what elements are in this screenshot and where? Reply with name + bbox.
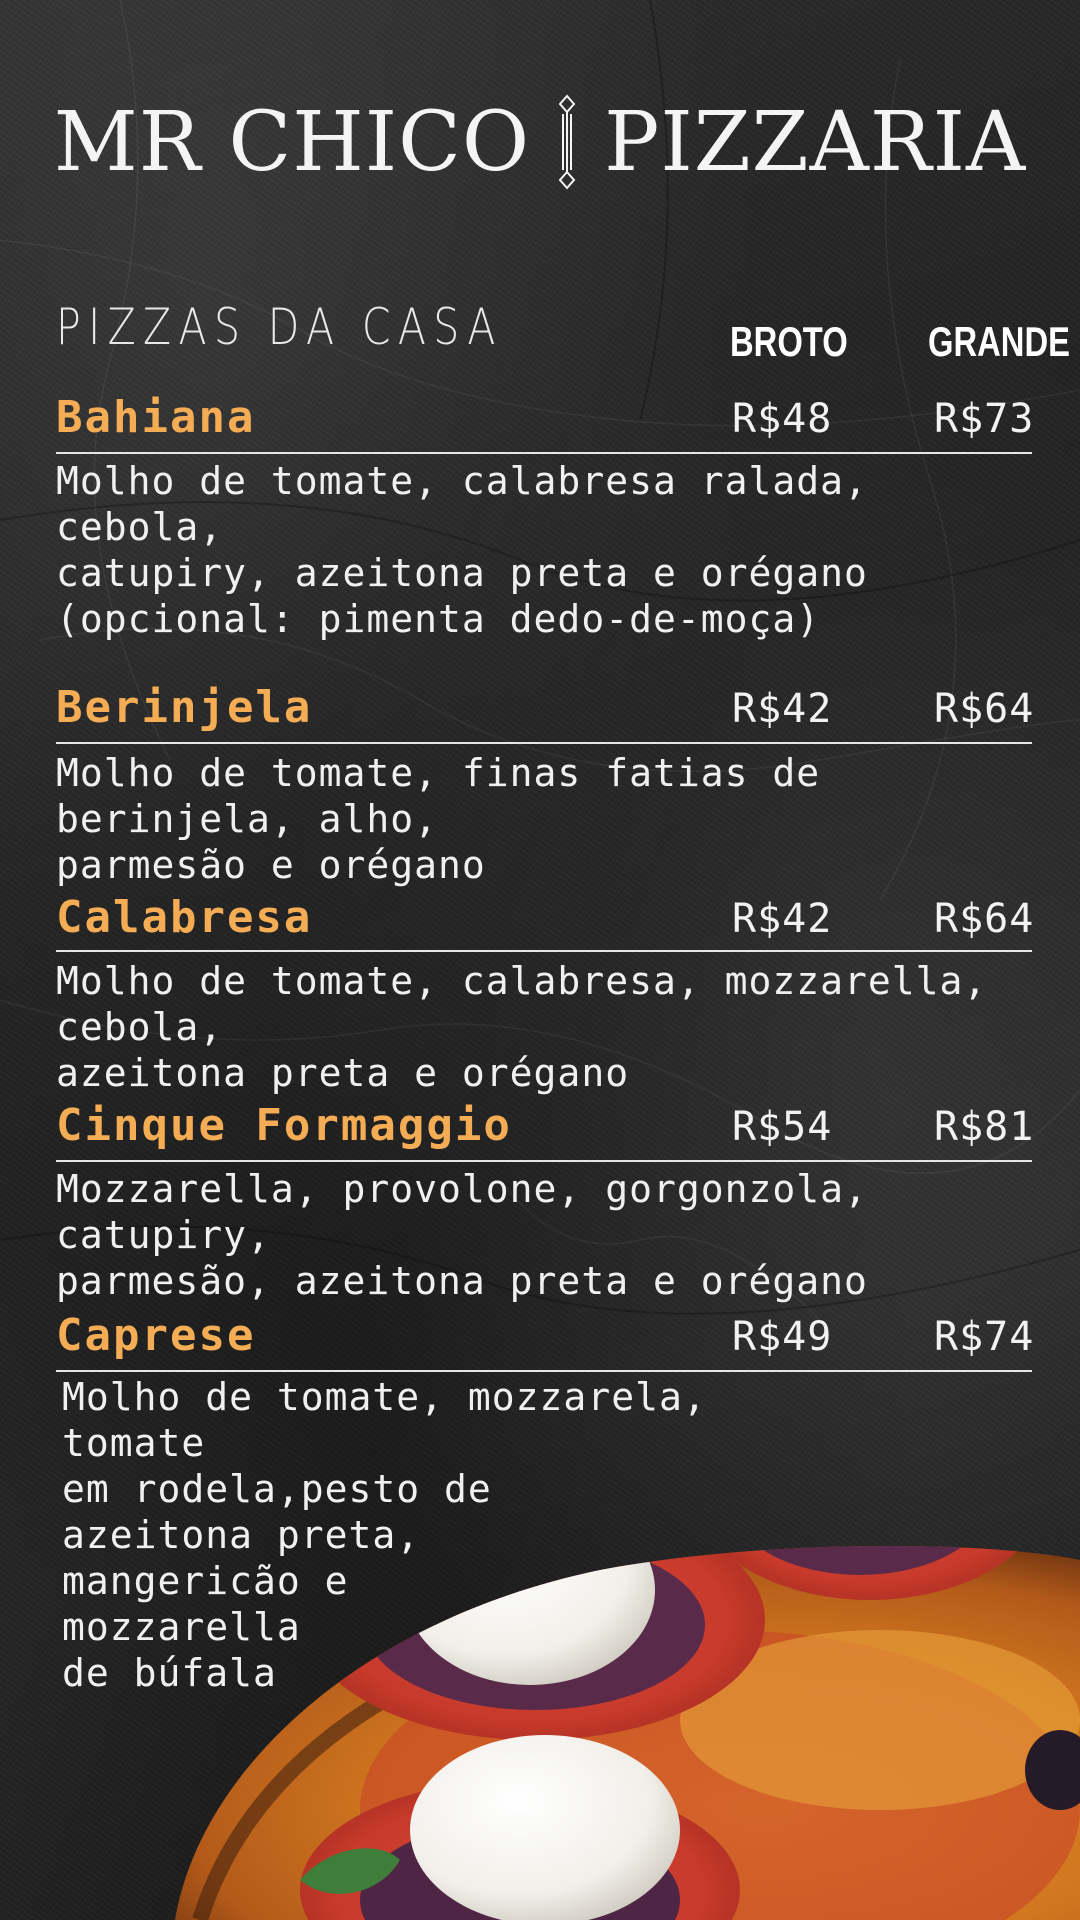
item-divider (56, 1160, 1032, 1162)
menu-item-description: Mozzarella, provolone, gorgonzola, catup… (56, 1167, 868, 1303)
price-broto: R$48 (732, 396, 833, 442)
section-title: PIZZAS DA CASA (56, 298, 503, 356)
menu-page: MR CHICO PIZZARIA PIZZAS DA CASA BROTO G… (0, 0, 1080, 1920)
price-broto: R$49 (732, 1314, 833, 1360)
price-grande: R$64 (934, 686, 1035, 732)
menu-item-name: Bahiana (56, 392, 256, 443)
item-divider (56, 950, 1032, 952)
item-divider (56, 452, 1032, 454)
price-grande: R$81 (934, 1104, 1035, 1150)
price-broto: R$54 (732, 1104, 833, 1150)
price-broto: R$42 (732, 686, 833, 732)
price-broto: R$42 (732, 896, 833, 942)
menu-item-name: Calabresa (56, 892, 313, 943)
menu-item-description: Molho de tomate, calabresa, mozzarella, … (56, 959, 988, 1095)
price-grande: R$74 (934, 1314, 1035, 1360)
menu-item-name: Cinque Formaggio (56, 1100, 512, 1151)
item-divider (56, 742, 1032, 744)
menu-item-description: Molho de tomate, finas fatias de berinje… (56, 751, 821, 887)
brand-type: PIZZARIA (604, 94, 1027, 190)
column-header-grande: GRANDE (928, 318, 1070, 365)
menu-item-name: Berinjela (56, 682, 313, 733)
ornament-divider-icon (558, 94, 576, 190)
menu-item-description: Molho de tomate, calabresa ralada, cebol… (56, 459, 868, 641)
price-grande: R$73 (934, 396, 1035, 442)
menu-item-description: Molho de tomate, mozzarela, tomate em ro… (62, 1375, 707, 1695)
brand-name: MR CHICO (53, 94, 531, 190)
item-divider (56, 1370, 1032, 1372)
column-header-broto: BROTO (730, 318, 848, 365)
menu-item-name: Caprese (56, 1310, 256, 1361)
price-grande: R$64 (934, 896, 1035, 942)
restaurant-title: MR CHICO PIZZARIA (0, 92, 1080, 192)
